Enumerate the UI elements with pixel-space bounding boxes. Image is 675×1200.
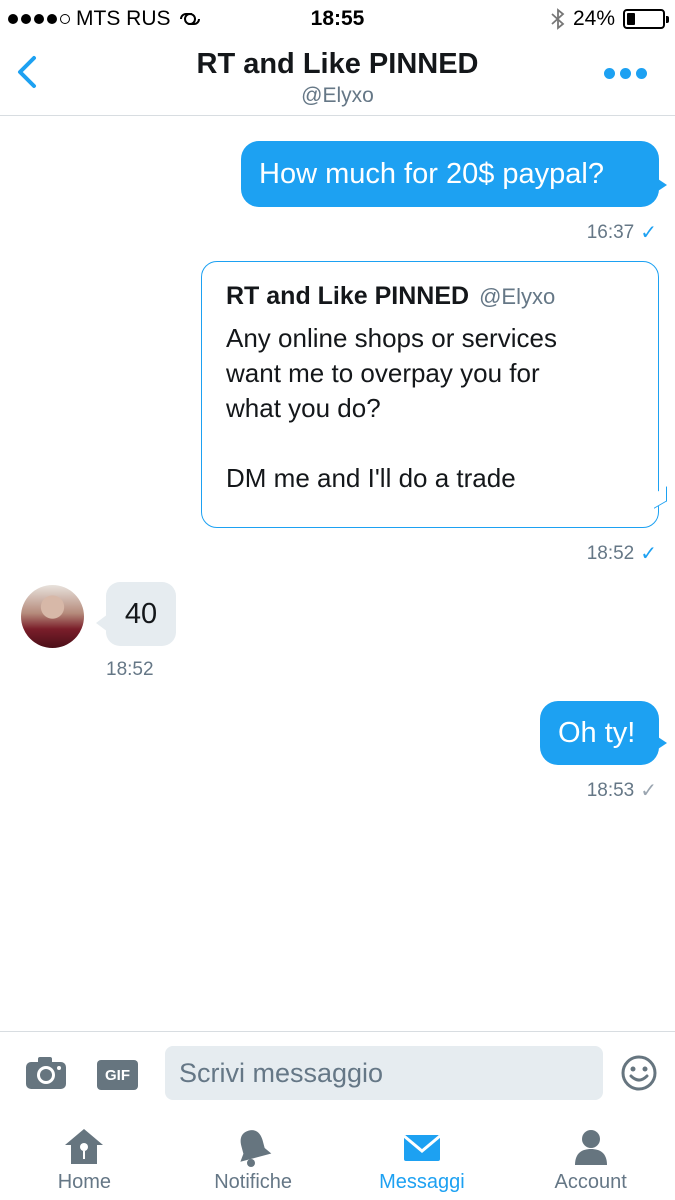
conversation-title: RT and Like PINNED <box>196 48 479 80</box>
read-check-icon: ✓ <box>640 543 657 565</box>
gif-button[interactable]: GIF <box>97 1060 138 1090</box>
message-timestamp: 18:52 ✓ <box>587 541 657 566</box>
message-composer: GIF <box>0 1031 675 1117</box>
incoming-message-bubble[interactable]: 40 <box>96 582 176 646</box>
tab-bar: Home Notifiche Messaggi Account <box>0 1117 675 1200</box>
envelope-icon <box>402 1134 441 1161</box>
outgoing-message-bubble[interactable]: How much for 20$ paypal? <box>241 141 667 207</box>
bell-icon <box>240 1130 272 1167</box>
tab-messages[interactable]: Messaggi <box>338 1117 507 1200</box>
battery-fill <box>627 13 636 25</box>
outgoing-message-bubble[interactable]: Oh ty! <box>540 701 667 765</box>
status-bar: MTS RUS 18:55 24% <box>0 0 675 38</box>
emoji-icon[interactable] <box>620 1054 658 1092</box>
timestamp-text: 18:52 <box>586 542 635 564</box>
message-text: 40 <box>124 597 158 630</box>
tab-notifications[interactable]: Notifiche <box>169 1117 338 1200</box>
person-icon <box>574 1130 607 1165</box>
battery-icon <box>623 9 669 29</box>
tab-label: Messaggi <box>379 1171 465 1193</box>
message-timestamp: 16:37 ✓ <box>587 220 657 245</box>
camera-icon[interactable] <box>25 1056 67 1090</box>
tab-label: Notifiche <box>214 1171 293 1193</box>
tweet-handle: @Elyxo <box>479 284 556 309</box>
timestamp-text: 16:37 <box>586 221 635 243</box>
tab-home[interactable]: Home <box>0 1117 169 1200</box>
message-timestamp: 18:52 <box>106 659 154 681</box>
delivered-check-icon: ✓ <box>640 780 657 802</box>
battery-percent: 24% <box>572 7 615 30</box>
read-check-icon: ✓ <box>640 222 657 244</box>
tweet-header: RT and Like PINNED @Elyxo <box>226 282 634 311</box>
message-text: Oh ty! <box>558 716 636 749</box>
message-input[interactable] <box>165 1046 603 1100</box>
more-options-icon[interactable] <box>604 68 647 79</box>
timestamp-text: 18:52 <box>106 659 154 680</box>
conversation-header: RT and Like PINNED @Elyxo <box>0 38 675 116</box>
status-right: 24% <box>551 7 669 31</box>
timestamp-text: 18:53 <box>586 779 635 801</box>
shared-tweet-card[interactable]: RT and Like PINNED @Elyxo Any online sho… <box>201 261 659 528</box>
tab-label: Account <box>554 1171 627 1193</box>
message-timestamp: 18:53 ✓ <box>587 778 657 803</box>
conversation-handle: @Elyxo <box>301 84 374 107</box>
home-icon <box>65 1129 104 1164</box>
tab-label: Home <box>57 1171 112 1193</box>
sender-avatar[interactable] <box>21 585 84 648</box>
message-text: How much for 20$ paypal? <box>259 157 604 190</box>
tab-account[interactable]: Account <box>506 1117 675 1200</box>
tweet-author: RT and Like PINNED <box>226 282 470 310</box>
tweet-text: Any online shops or services want me to … <box>226 323 557 493</box>
bluetooth-icon <box>551 8 565 30</box>
